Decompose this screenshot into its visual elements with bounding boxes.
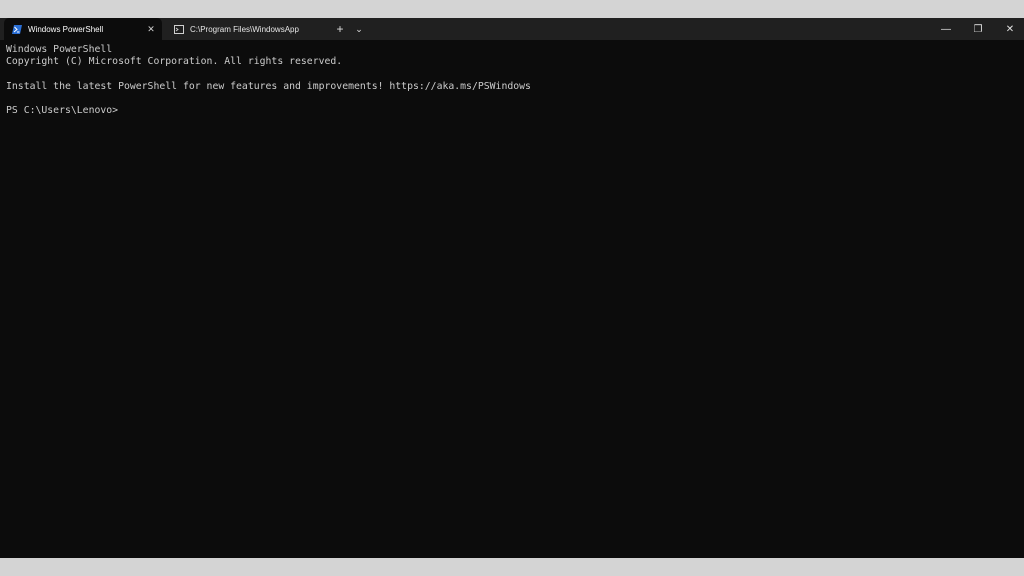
minimize-button[interactable]: — — [930, 18, 962, 40]
terminal-line-banner: Windows PowerShell — [6, 44, 113, 55]
terminal-line-install-notice: Install the latest PowerShell for new fe… — [6, 81, 531, 92]
terminal-line-copyright: Copyright (C) Microsoft Corporation. All… — [6, 56, 343, 67]
console-icon — [174, 24, 184, 34]
tab-label: Windows PowerShell — [28, 24, 104, 34]
tab-windows-powershell[interactable]: Windows PowerShell ✕ — [4, 18, 162, 40]
close-window-button[interactable]: ✕ — [994, 18, 1024, 40]
tab-label: C:\Program Files\WindowsApp — [190, 24, 299, 34]
title-bar: Windows PowerShell ✕ C:\Program Files\Wi… — [0, 18, 1024, 40]
tab-program-files[interactable]: C:\Program Files\WindowsApp — [166, 18, 328, 40]
terminal-prompt[interactable]: PS C:\Users\Lenovo> — [6, 105, 118, 117]
terminal-window: Windows PowerShell ✕ C:\Program Files\Wi… — [0, 18, 1024, 558]
chevron-down-icon[interactable]: ⌄ — [352, 18, 366, 40]
close-tab-icon[interactable]: ✕ — [144, 22, 158, 36]
powershell-icon — [12, 24, 22, 34]
new-tab-button[interactable]: + — [333, 18, 347, 40]
terminal-output[interactable]: Windows PowerShell Copyright (C) Microso… — [0, 40, 1024, 558]
restore-button[interactable]: ❐ — [962, 18, 994, 40]
